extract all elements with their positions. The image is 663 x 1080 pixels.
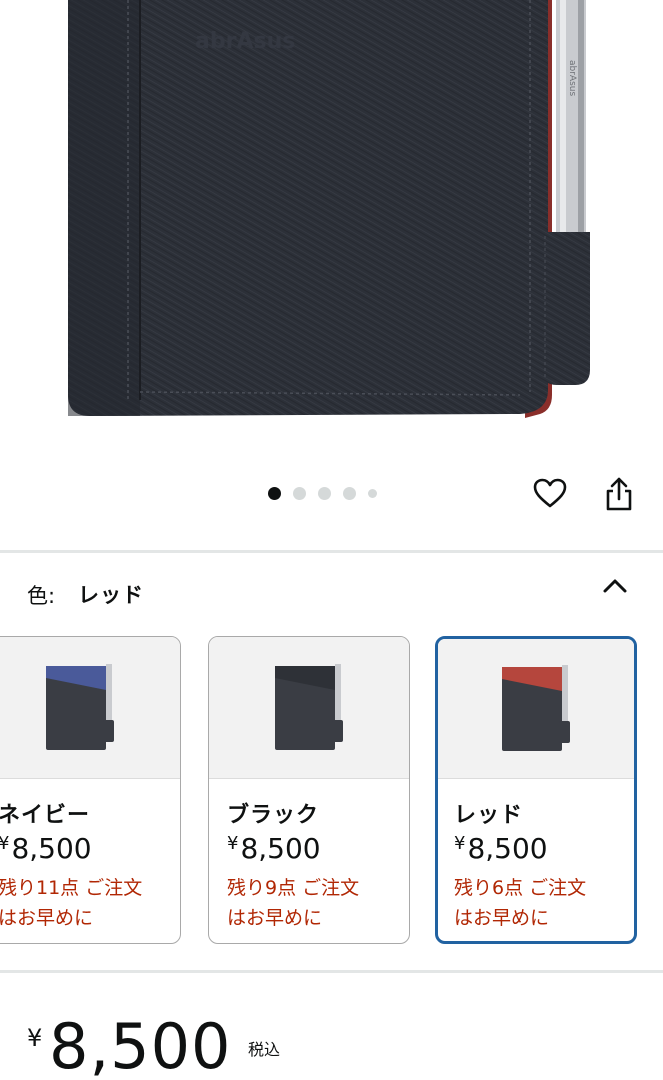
variant-price: ¥8,500	[0, 832, 92, 865]
variant-swatch-black[interactable]: ブラック ¥8,500 残り9点 ご注文 はお早めに	[208, 636, 410, 944]
share-icon	[606, 477, 632, 511]
share-button[interactable]	[599, 473, 639, 515]
variant-stock-notice: 残り11点 ご注文 はお早めに	[0, 877, 143, 929]
variant-name: ブラック	[227, 803, 320, 828]
variant-thumbnail	[438, 639, 634, 779]
price-currency: ¥	[27, 1024, 43, 1052]
favorite-button[interactable]	[530, 473, 570, 513]
product-image[interactable]: abrAsus abrAsus	[0, 0, 663, 470]
heart-icon	[533, 478, 567, 508]
section-divider	[0, 550, 663, 553]
variant-thumbnail	[209, 637, 409, 779]
carousel-dot[interactable]	[368, 488, 377, 498]
svg-text:abrAsus: abrAsus	[567, 60, 577, 96]
carousel-dot[interactable]	[293, 486, 306, 500]
carousel-dot[interactable]	[318, 486, 331, 500]
collapse-button[interactable]	[596, 570, 634, 602]
variant-name: レッド	[454, 803, 524, 828]
chevron-up-icon	[603, 579, 627, 593]
tax-included-label: 税込	[248, 1040, 281, 1059]
variant-price: ¥8,500	[454, 832, 548, 865]
variant-swatch-navy[interactable]: ネイビー ¥8,500 残り11点 ご注文はお早めに	[0, 636, 181, 944]
carousel-dot[interactable]	[268, 486, 281, 500]
image-carousel-dots[interactable]	[268, 485, 377, 501]
notebook-cover-illustration: abrAsus abrAsus	[68, 0, 590, 418]
svg-text:abrAsus: abrAsus	[195, 29, 295, 54]
variant-name: ネイビー	[0, 803, 91, 828]
carousel-dot[interactable]	[343, 486, 356, 500]
variant-selected-value: レッド	[78, 583, 144, 607]
variant-price: ¥8,500	[227, 832, 321, 865]
variant-stock-notice: 残り6点 ご注文 はお早めに	[454, 877, 587, 929]
variant-label: 色:	[27, 584, 56, 608]
variant-thumbnail	[0, 637, 180, 779]
variant-swatch-red[interactable]: レッド ¥8,500 残り6点 ご注文 はお早めに	[435, 636, 637, 944]
section-divider	[0, 970, 663, 973]
price-amount: 8,500	[49, 1010, 232, 1080]
variant-stock-notice: 残り9点 ご注文 はお早めに	[227, 877, 360, 929]
